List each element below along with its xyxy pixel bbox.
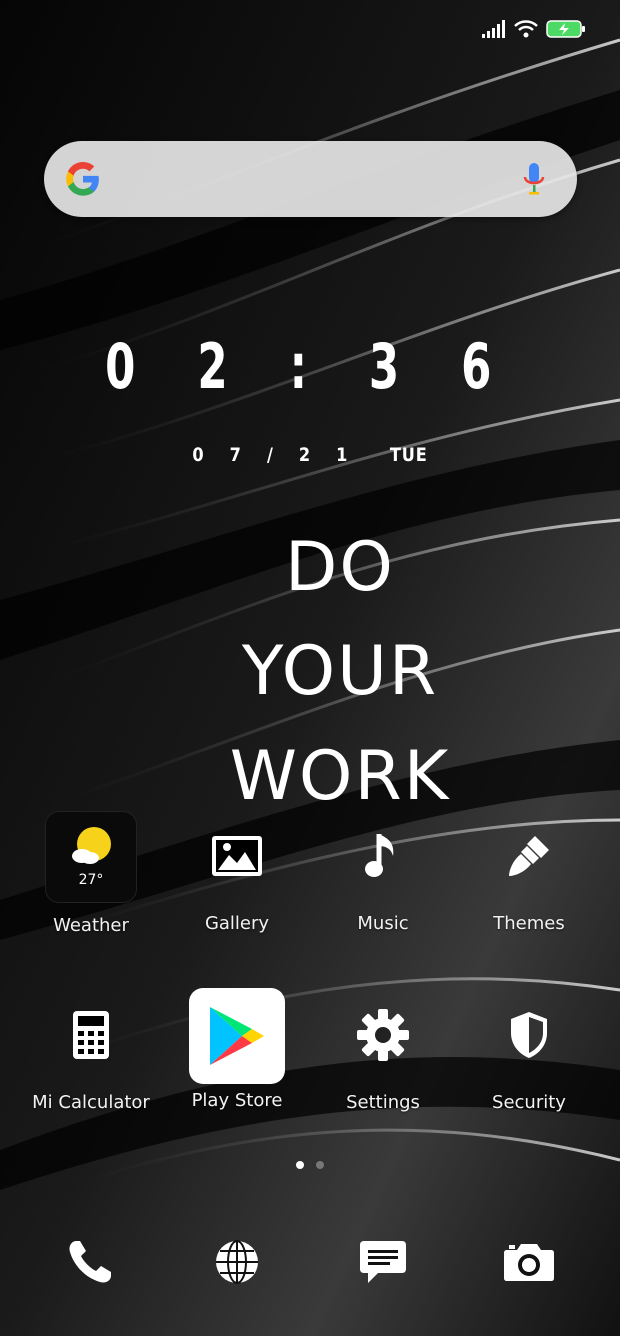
wifi-icon bbox=[514, 20, 538, 38]
app-mi-calculator[interactable]: Mi Calculator bbox=[18, 990, 164, 1113]
mic-icon[interactable] bbox=[523, 163, 545, 197]
status-bar bbox=[482, 14, 586, 44]
date-text: 0 7 / 2 1 bbox=[192, 444, 358, 466]
quote-line-3: WORK bbox=[229, 737, 451, 816]
app-themes[interactable]: Themes bbox=[456, 811, 602, 934]
shield-icon bbox=[484, 990, 574, 1080]
page-dot[interactable] bbox=[316, 1161, 324, 1169]
app-weather[interactable]: 27° Weather bbox=[18, 811, 164, 936]
dock-phone[interactable] bbox=[60, 1232, 120, 1292]
app-gallery[interactable]: Gallery bbox=[164, 811, 310, 934]
google-search-bar[interactable] bbox=[44, 141, 577, 217]
app-label: Gallery bbox=[204, 913, 270, 934]
signal-icon bbox=[482, 20, 506, 38]
gallery-icon bbox=[192, 811, 282, 901]
weather-widget-icon: 27° bbox=[45, 811, 137, 903]
app-label: Security bbox=[492, 1092, 566, 1113]
clock-time[interactable]: 0 2 : 3 6 bbox=[68, 330, 552, 403]
paintbrush-icon bbox=[484, 811, 574, 901]
phone-icon bbox=[69, 1241, 111, 1283]
clock-date: 0 7 / 2 1 TUE bbox=[47, 444, 574, 466]
quote-line-2: YOUR bbox=[241, 632, 439, 711]
app-label: Mi Calculator bbox=[32, 1092, 150, 1113]
app-settings[interactable]: Settings bbox=[310, 990, 456, 1113]
app-label: Themes bbox=[493, 913, 565, 934]
page-indicator bbox=[0, 1161, 620, 1169]
app-play-store[interactable]: Play Store bbox=[164, 988, 310, 1111]
app-label: Weather bbox=[53, 915, 129, 936]
app-music[interactable]: Music bbox=[310, 811, 456, 934]
weather-temp: 27° bbox=[78, 872, 104, 888]
gear-icon bbox=[338, 990, 428, 1080]
music-note-icon bbox=[338, 811, 428, 901]
play-store-icon bbox=[189, 988, 285, 1084]
browser-globe-icon bbox=[216, 1240, 258, 1284]
app-label: Music bbox=[357, 913, 409, 934]
calculator-icon bbox=[46, 990, 136, 1080]
dock-messages[interactable] bbox=[353, 1232, 413, 1292]
camera-icon bbox=[504, 1244, 554, 1281]
weather-sun-icon bbox=[72, 827, 111, 864]
app-security[interactable]: Security bbox=[456, 990, 602, 1113]
dock-camera[interactable] bbox=[499, 1232, 559, 1292]
quote-line-1: DO bbox=[285, 528, 395, 607]
battery-charging-icon bbox=[546, 19, 586, 39]
dock-browser[interactable] bbox=[207, 1232, 267, 1292]
app-label: Play Store bbox=[191, 1090, 283, 1111]
day-text: TUE bbox=[389, 444, 428, 466]
google-g-icon bbox=[66, 162, 99, 196]
page-dot-active[interactable] bbox=[296, 1161, 304, 1169]
app-label: Settings bbox=[346, 1092, 420, 1113]
messages-icon bbox=[360, 1241, 406, 1283]
